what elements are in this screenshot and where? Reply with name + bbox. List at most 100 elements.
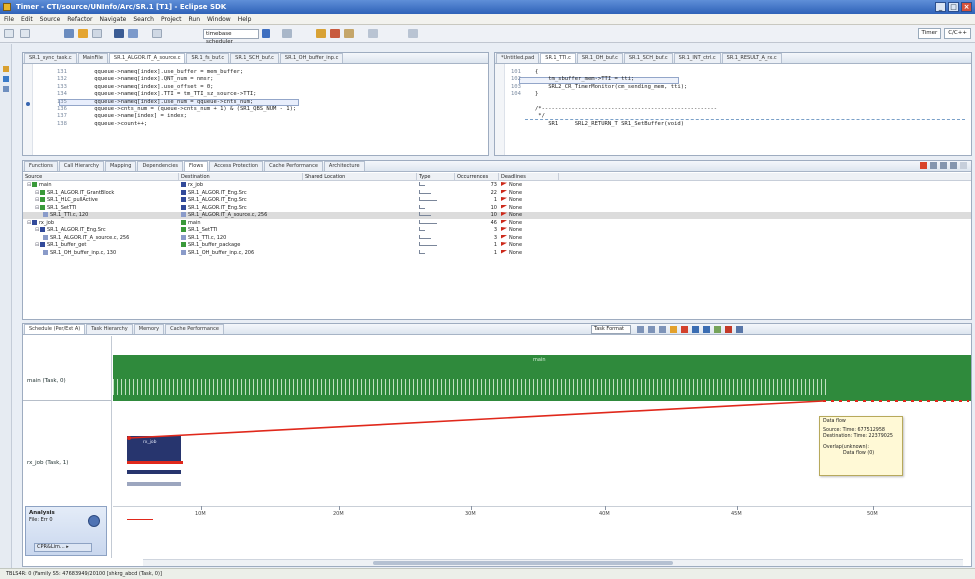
table-row[interactable]: ⊟ SR.1_ALGOR.IT_Eng.Src SR.1_SetTTI 3 None [23, 227, 971, 234]
task-color-icon [40, 242, 45, 247]
menu-item[interactable]: Edit [21, 16, 33, 23]
type-icon [419, 197, 437, 201]
menu-item[interactable]: Project [161, 16, 182, 23]
filter-icon[interactable] [282, 29, 292, 38]
navigator-icon[interactable] [3, 86, 9, 92]
view-tab[interactable]: Dependencies [137, 161, 184, 171]
horizontal-scrollbar[interactable] [143, 559, 963, 566]
flow-arrow-line[interactable] [128, 400, 824, 439]
menu-item[interactable]: Window [207, 16, 231, 23]
view-tab[interactable]: Access Protection [209, 161, 264, 171]
left-code-area[interactable]: 131 qqueue->nameq[index].use_buffer = me… [57, 69, 296, 128]
editor-tab[interactable]: *Untitled.pad [496, 53, 540, 63]
source-cell: ⊟ SR.1_ALGOR.IT_GrantBlock [35, 189, 177, 197]
col-deadlines[interactable]: Deadlines [499, 173, 559, 181]
col-occurrences[interactable]: Occurrences [455, 173, 499, 181]
line-number: 135 [57, 98, 67, 105]
back-icon[interactable] [368, 29, 378, 38]
minimize-button[interactable]: _ [935, 2, 946, 12]
flows-view-panel: Functions Call Hierarchy Mapping Dependenci… [22, 160, 972, 320]
table-row[interactable]: SR.1_TTI.c, 120 SR.1_ALGOR.IT_A_source.c,… [23, 212, 971, 219]
line-number: 137 [57, 113, 67, 120]
view-tab[interactable]: Flows [184, 161, 209, 171]
view-tab[interactable]: Cache Performance [264, 161, 323, 171]
target-icon[interactable] [152, 29, 162, 38]
table-row[interactable]: SR.1_ALGOR.IT_A_source.c, 256 SR.1_TTI.c,… [23, 234, 971, 242]
task-color-icon [43, 212, 48, 217]
analysis-button[interactable]: CPR&Lim... ▸ [34, 543, 92, 552]
editor-tab[interactable]: SR.1_OH_buffer_inp.c [279, 53, 344, 63]
combo-dropdown-icon[interactable] [262, 29, 270, 38]
code-line: 135 qqueue->nameq[index].use_num = qqueu… [57, 99, 296, 106]
editor-tab[interactable]: SR.1_OH_buf.c [576, 53, 623, 63]
maximize-button[interactable]: □ [948, 2, 959, 12]
grid-icon[interactable] [128, 29, 138, 38]
bookmark-icon[interactable] [344, 29, 354, 38]
debug-icon[interactable] [64, 29, 74, 38]
expand-icon[interactable] [940, 162, 947, 169]
table-row[interactable]: ⊟ main rx_job 73 None [23, 182, 971, 189]
table-row[interactable]: SR.1_OH_buffer_inp.c, 130 SR.1_OH_buffer_… [23, 249, 971, 257]
export-icon[interactable] [950, 162, 957, 169]
tooltip-title: Data flow [823, 419, 846, 424]
forward-icon[interactable] [408, 29, 418, 38]
refresh-icon[interactable] [92, 29, 102, 38]
analysis-icon[interactable] [88, 515, 100, 527]
build-icon[interactable] [78, 29, 88, 38]
menu-item[interactable]: Help [238, 16, 252, 23]
line-number: 102 [511, 76, 521, 83]
table-row[interactable]: ⊟ SR.1_buffer_get SR.1_buffer_package 1 None [23, 242, 971, 249]
menu-item[interactable]: Search [133, 16, 154, 23]
scheduler-combo[interactable]: timebase scheduler [203, 29, 259, 45]
collapse-icon[interactable] [930, 162, 937, 169]
table-row[interactable]: ⊟ rx_job main 46 None [23, 219, 971, 227]
flow-filter-icon[interactable] [920, 162, 927, 169]
source-cell: ⊟ rx_job [27, 219, 177, 227]
editor-tab[interactable]: SR.1_RESULT_A_rx.c [721, 53, 782, 63]
table-row[interactable]: ⊟ SR.1_SetTTI SR.1_ALGOR.IT_Eng.Src 10 None [23, 204, 971, 212]
editor-tab[interactable]: SR.1_TTI.c [540, 53, 576, 63]
task-color-icon [40, 197, 45, 202]
view-tab[interactable]: Mapping [104, 161, 137, 171]
tick-label: 30M [465, 511, 476, 517]
close-button[interactable]: × [961, 2, 972, 12]
menu-item[interactable]: File [4, 16, 14, 23]
table-row[interactable]: ⊟ SR.1_HLC_pullActive SR.1_ALGOR.IT_Eng.Sr… [23, 197, 971, 204]
editor-tab[interactable]: SR.1_SCH_buf.c [230, 53, 279, 63]
editor-tab[interactable]: SR.1_fs_buf.c [186, 53, 230, 63]
deadline-cell: None [501, 219, 551, 227]
view-tab[interactable]: Architecture [323, 161, 365, 171]
search-icon[interactable] [316, 29, 326, 38]
editor-tab[interactable]: SR.1_INT_ctrl.c [673, 53, 721, 63]
breakpoint-icon[interactable] [26, 102, 30, 106]
editor-tab[interactable]: SR.1_ALGOR.IT_A_source.c [108, 53, 186, 63]
view-tab[interactable]: Call Hierarchy [58, 161, 104, 171]
new-icon[interactable] [4, 29, 14, 38]
perspective-cpp[interactable]: C/C++ [944, 28, 971, 39]
menu-item[interactable]: Run [189, 16, 201, 23]
table-row[interactable]: ⊟ SR.1_ALGOR.IT_GrantBlock SR.1_ALGOR.IT_E… [23, 189, 971, 197]
scrollbar-thumb[interactable] [373, 561, 673, 565]
editor-tab[interactable]: SR.1_sync_task.c [24, 53, 77, 63]
col-type[interactable]: Type [417, 173, 455, 181]
editor-tab[interactable]: MainFile [77, 53, 108, 63]
code-text: qqueue->nameq[index].use_num = qqueue->c… [81, 98, 254, 105]
type-icon [419, 182, 425, 186]
editor-tab[interactable]: SR.1_SCH_buf.c [623, 53, 673, 63]
view-tab[interactable]: Functions [24, 161, 58, 171]
tooltip-line: Destination: Time: 22379025 [823, 434, 893, 440]
menu-item[interactable]: Refactor [67, 16, 92, 23]
terminal-icon[interactable] [114, 29, 124, 38]
col-source[interactable]: Source [23, 173, 179, 181]
view-menu-icon[interactable] [960, 162, 967, 169]
project-explorer-icon[interactable] [3, 66, 9, 72]
outline-icon[interactable] [3, 76, 9, 82]
destination-cell: rx_job [181, 182, 301, 189]
menu-item[interactable]: Source [40, 16, 61, 23]
stop-icon[interactable] [330, 29, 340, 38]
save-icon[interactable] [20, 29, 30, 38]
col-shared-location[interactable]: Shared Location [303, 173, 417, 181]
perspective-timer[interactable]: Timer [917, 28, 942, 39]
col-destination[interactable]: Destination [179, 173, 303, 181]
menu-item[interactable]: Navigate [99, 16, 126, 23]
